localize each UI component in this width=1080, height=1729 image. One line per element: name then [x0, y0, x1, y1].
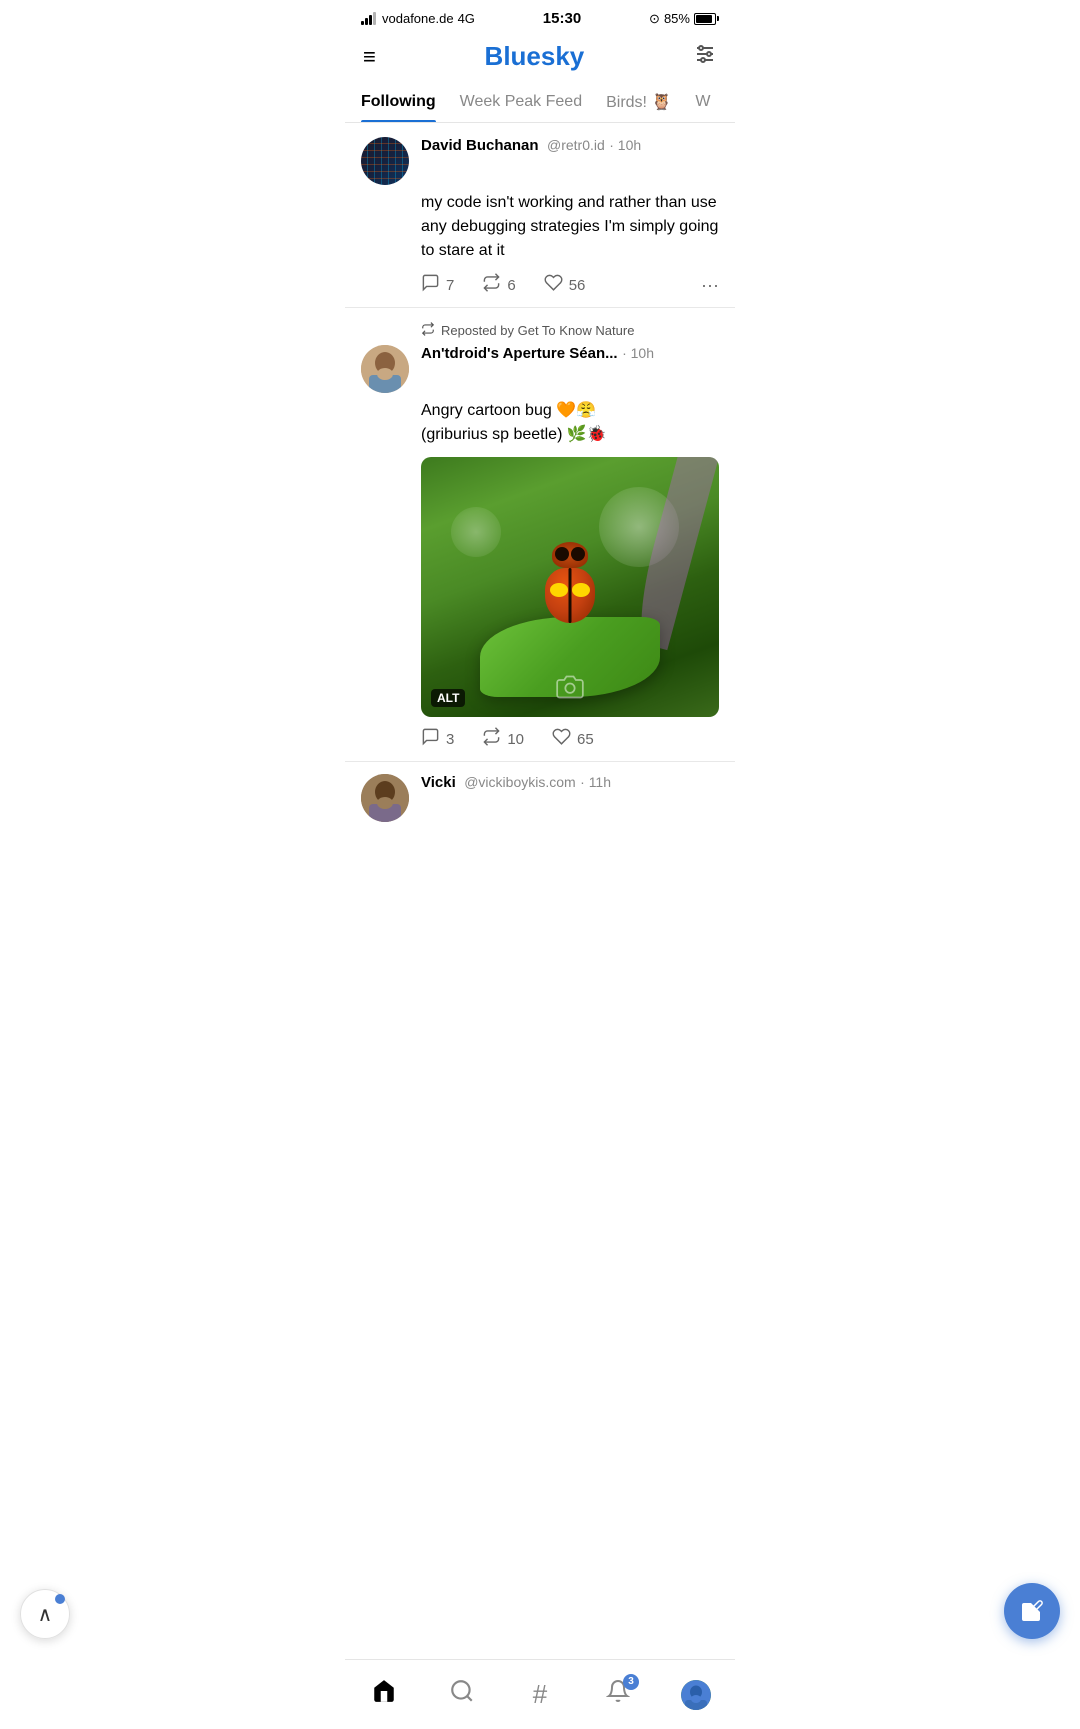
scroll-up-icon: ∧ [38, 1602, 53, 1627]
post-1-actions: 7 6 56 [421, 273, 719, 297]
search-icon [449, 1678, 475, 1711]
post-3-time: · 11h [580, 774, 611, 790]
filter-button[interactable] [693, 42, 717, 72]
battery-pct: 85% [664, 11, 690, 26]
avatar-vicki[interactable] [361, 774, 409, 822]
notification-badge: 3 [623, 1674, 639, 1690]
nav-profile[interactable] [671, 1670, 721, 1720]
profile-avatar [681, 1680, 711, 1710]
reply-count-1: 7 [446, 277, 454, 294]
compose-button[interactable] [1004, 1583, 1060, 1639]
bottom-nav: # 3 [345, 1659, 735, 1729]
like-icon-1 [544, 273, 563, 297]
nav-hashtag[interactable]: # [515, 1670, 565, 1720]
network-type: 4G [458, 11, 475, 26]
compose-icon [1020, 1599, 1044, 1623]
post-1-time: · 10h [609, 137, 641, 153]
repost-icon-1 [482, 273, 501, 297]
nav-home[interactable] [359, 1670, 409, 1720]
repost-icon [421, 322, 435, 339]
post-2-header: An'tdroid's Aperture Séan... · 10h [361, 345, 719, 393]
status-right: ⊙ 85% [649, 11, 719, 27]
avatar-david[interactable] [361, 137, 409, 185]
post-2-author[interactable]: An'tdroid's Aperture Séan... [421, 345, 618, 362]
tab-week-peak[interactable]: Week Peak Feed [460, 83, 582, 121]
reply-count-2: 3 [446, 731, 454, 748]
feed: David Buchanan @retr0.id · 10h my code i… [345, 123, 735, 908]
repost-by-text: Reposted by Get To Know Nature [441, 323, 634, 338]
post-1-author[interactable]: David Buchanan [421, 137, 539, 154]
status-bar: vodafone.de 4G 15:30 ⊙ 85% [345, 0, 735, 33]
hashtag-icon: # [533, 1679, 547, 1710]
post-2-image-container[interactable]: ALT [421, 457, 719, 717]
repost-count-1: 6 [507, 277, 515, 294]
avatar-antdroid[interactable] [361, 345, 409, 393]
like-count-1: 56 [569, 277, 586, 294]
menu-button[interactable]: ≡ [363, 44, 376, 70]
post-1-meta: David Buchanan @retr0.id · 10h [421, 137, 719, 155]
like-button-1[interactable]: 56 [544, 273, 586, 297]
scroll-up-notification-dot [55, 1594, 65, 1604]
nav-search[interactable] [437, 1670, 487, 1720]
feed-tabs: Following Week Peak Feed Birds! 🦉 W [345, 82, 735, 123]
reply-icon-2 [421, 727, 440, 751]
battery-icon [694, 13, 719, 25]
like-count-2: 65 [577, 731, 594, 748]
repost-button-2[interactable]: 10 [482, 727, 524, 751]
beetle-illustration [535, 542, 605, 617]
reply-icon-1 [421, 273, 440, 297]
more-button-1[interactable]: ··· [701, 275, 719, 296]
post-1-header: David Buchanan @retr0.id · 10h [361, 137, 719, 185]
status-left: vodafone.de 4G [361, 11, 475, 26]
nav-notifications[interactable]: 3 [593, 1670, 643, 1720]
repost-indicator: Reposted by Get To Know Nature [421, 322, 719, 339]
alt-badge[interactable]: ALT [431, 689, 465, 707]
post-2-actions: 3 10 65 [421, 727, 719, 751]
post-3-header: Vicki @vickiboykis.com · 11h [361, 774, 719, 822]
post-2-meta: An'tdroid's Aperture Séan... · 10h [421, 345, 719, 363]
repost-icon-2 [482, 727, 501, 751]
post-2: Reposted by Get To Know Nature An'tdroid… [345, 308, 735, 762]
post-1-handle[interactable]: @retr0.id [547, 137, 605, 153]
tab-following[interactable]: Following [361, 83, 436, 121]
post-3-meta: Vicki @vickiboykis.com · 11h [421, 774, 719, 792]
post-2-content: Angry cartoon bug 🧡😤 (griburius sp beetl… [421, 399, 719, 447]
scroll-up-button[interactable]: ∧ [20, 1589, 70, 1639]
post-1: David Buchanan @retr0.id · 10h my code i… [345, 123, 735, 308]
camera-icon [556, 673, 584, 707]
post-3-partial: Vicki @vickiboykis.com · 11h [345, 762, 735, 822]
home-icon [371, 1678, 397, 1711]
app-title: Bluesky [485, 41, 585, 72]
repost-button-1[interactable]: 6 [482, 273, 515, 297]
like-button-2[interactable]: 65 [552, 727, 594, 751]
post-3-handle: @vickiboykis.com [464, 774, 575, 790]
signal-icon [361, 12, 376, 25]
post-1-content: my code isn't working and rather than us… [421, 191, 719, 263]
location-icon: ⊙ [649, 11, 660, 27]
reply-button-1[interactable]: 7 [421, 273, 454, 297]
post-3-author[interactable]: Vicki [421, 774, 456, 791]
like-icon-2 [552, 727, 571, 751]
status-time: 15:30 [543, 10, 581, 27]
repost-count-2: 10 [507, 731, 524, 748]
post-2-time: · 10h [622, 345, 654, 361]
carrier-text: vodafone.de [382, 11, 454, 26]
post-2-image: ALT [421, 457, 719, 717]
tab-birds[interactable]: Birds! 🦉 [606, 82, 671, 122]
tab-w[interactable]: W [695, 83, 710, 121]
app-header: ≡ Bluesky [345, 33, 735, 82]
reply-button-2[interactable]: 3 [421, 727, 454, 751]
